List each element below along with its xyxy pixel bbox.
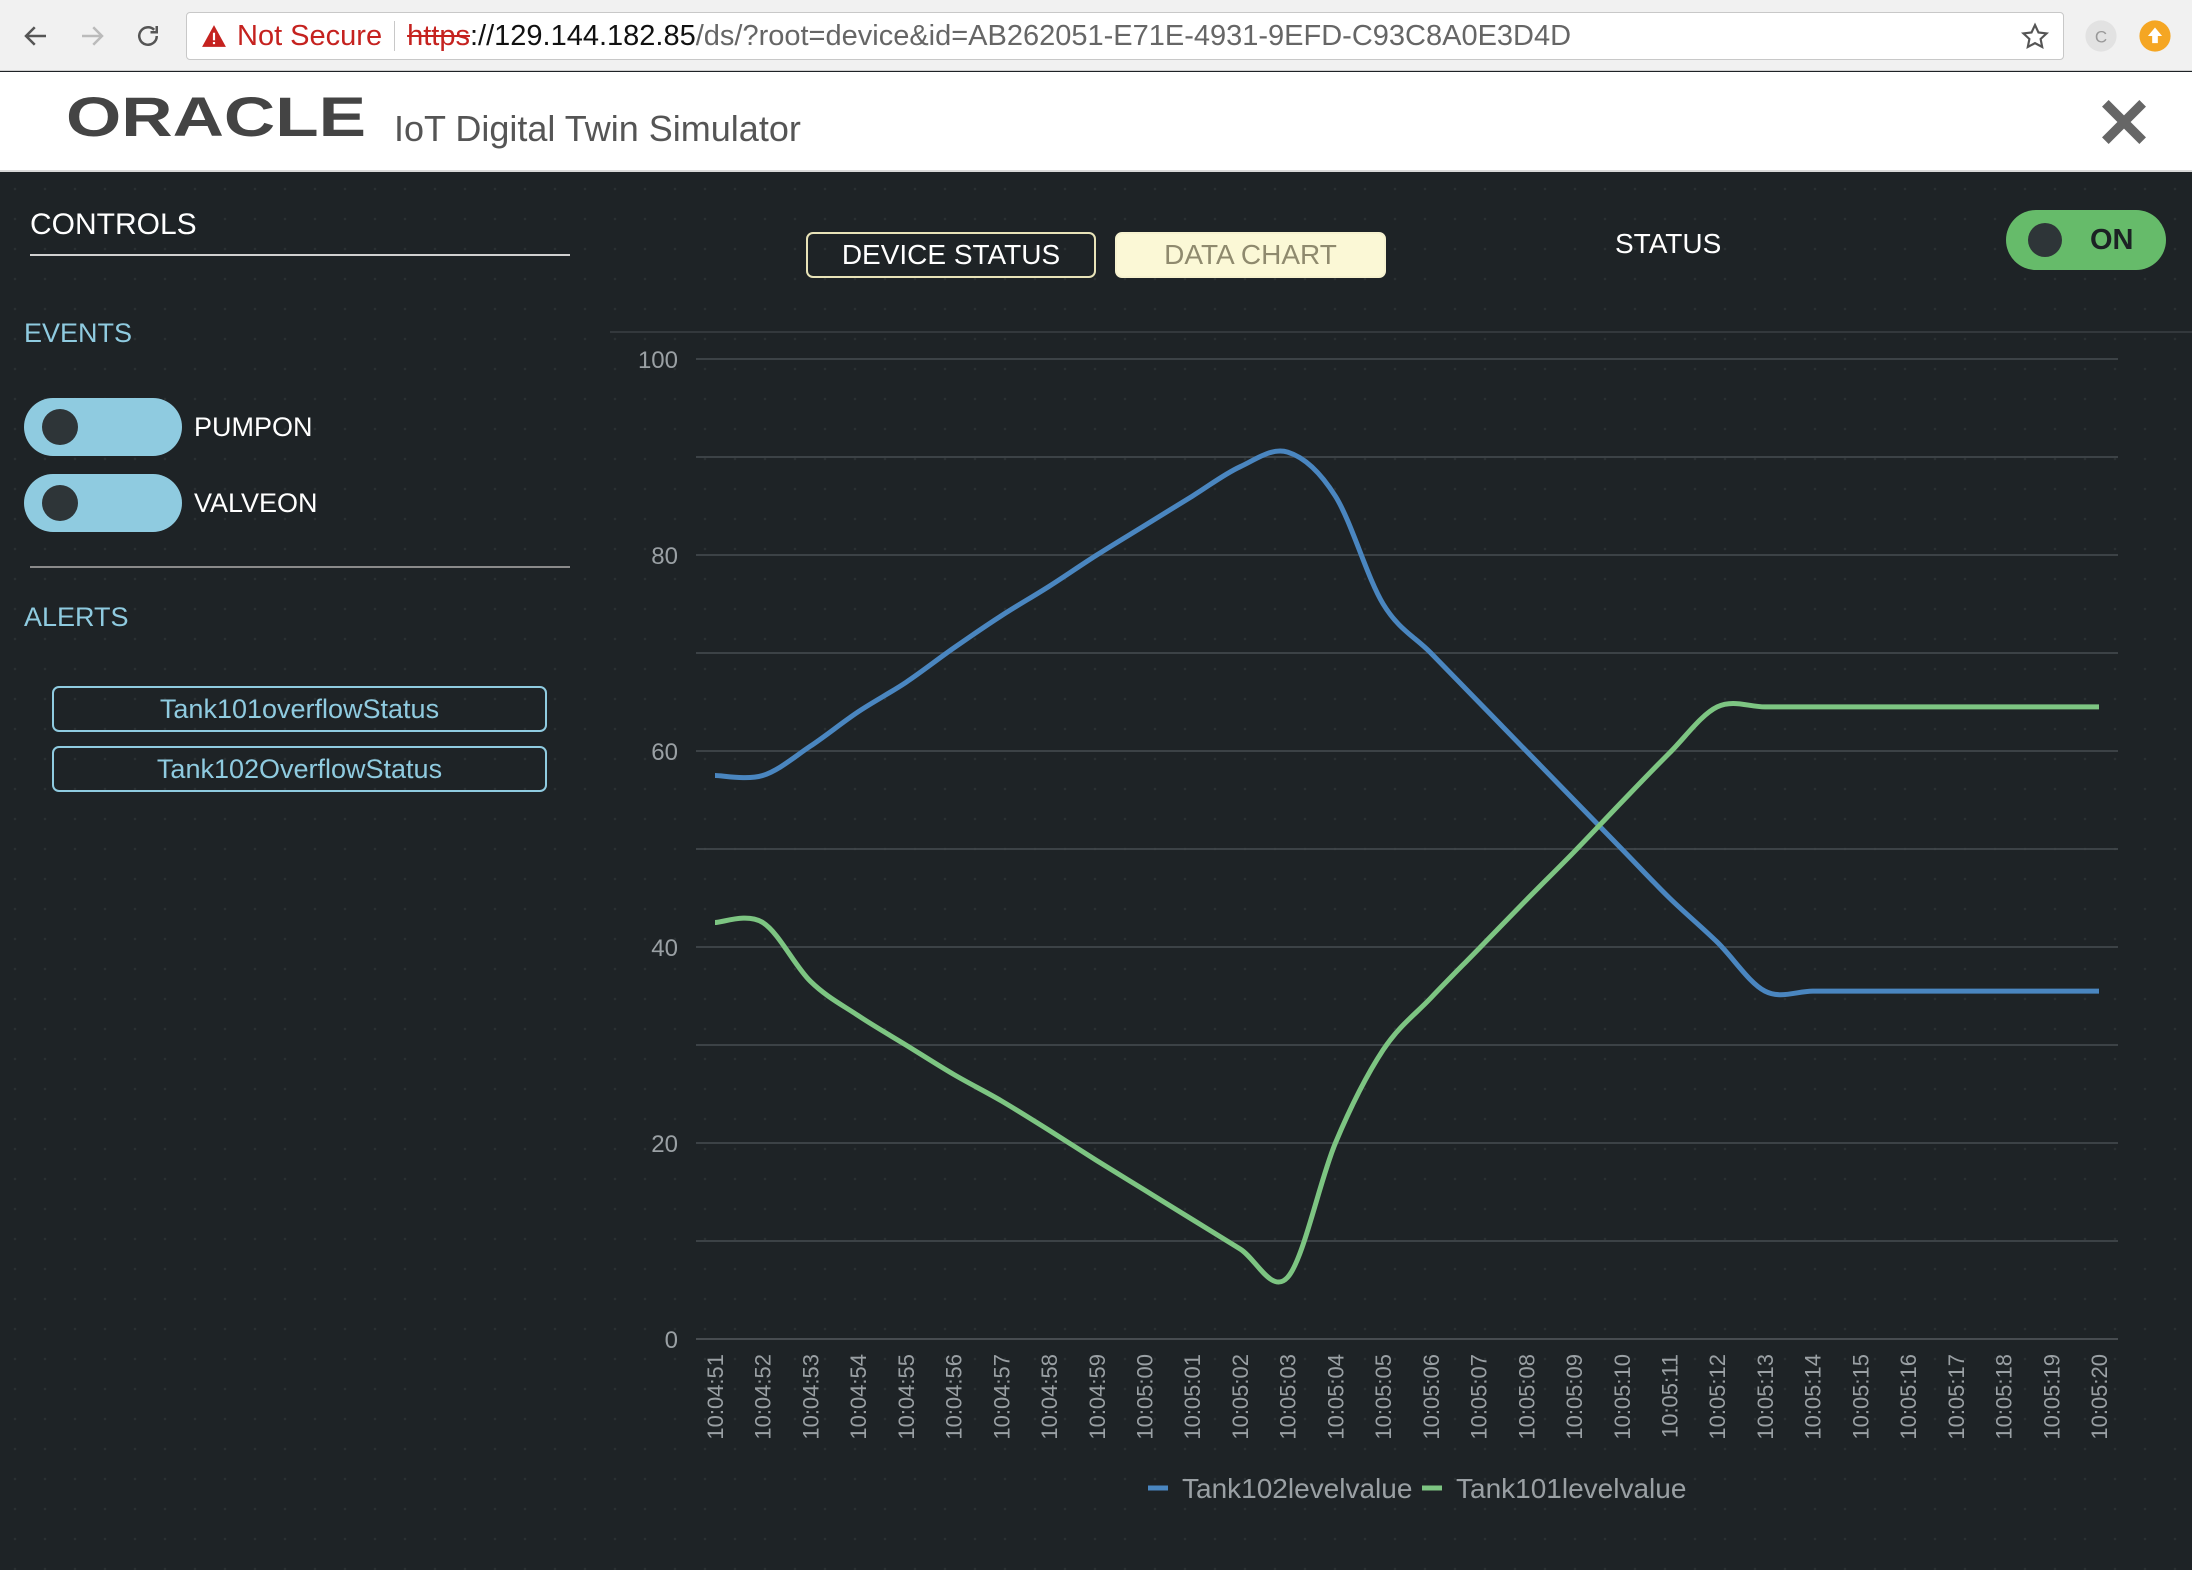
x-tick-label: 10:05:08 [1514, 1354, 1539, 1440]
bookmark-star-icon[interactable] [2019, 21, 2051, 53]
url-host: ://129.144.182.85 [469, 19, 696, 52]
x-tick-label: 10:05:00 [1133, 1354, 1158, 1440]
x-tick-label: 10:04:55 [894, 1354, 919, 1440]
x-tick-label: 10:05:01 [1180, 1354, 1205, 1440]
x-tick-label: 10:05:09 [1562, 1354, 1587, 1440]
x-tick-label: 10:05:12 [1705, 1354, 1730, 1440]
x-tick-label: 10:04:52 [751, 1354, 776, 1440]
legend-label: Tank101levelvalue [1456, 1473, 1686, 1504]
y-tick-label: 100 [638, 347, 678, 374]
x-tick-label: 10:05:03 [1276, 1354, 1301, 1440]
legend-label: Tank102levelvalue [1182, 1473, 1412, 1504]
extension-c-icon[interactable]: C [2084, 19, 2118, 53]
reload-icon [138, 26, 158, 46]
x-tick-label: 10:05:07 [1467, 1354, 1492, 1440]
url-protocol: https [407, 19, 470, 52]
back-arrow-icon [24, 26, 46, 46]
x-tick-label: 10:05:11 [1657, 1354, 1682, 1438]
reload-button[interactable] [126, 14, 170, 58]
x-tick-label: 10:05:02 [1228, 1354, 1253, 1440]
series-line-Tank102levelvalue [714, 448, 2099, 998]
back-button[interactable] [14, 14, 58, 58]
extension-update-icon[interactable] [2138, 19, 2172, 53]
x-tick-label: 10:05:14 [1801, 1354, 1826, 1440]
x-tick-label: 10:04:51 [703, 1354, 728, 1440]
oracle-logo: ORACLE [66, 92, 366, 142]
address-bar[interactable]: Not Secure https://129.144.182.85/ds/?ro… [186, 12, 2064, 60]
y-tick-label: 60 [651, 739, 678, 766]
url-path: /ds/?root=device&id=AB262051-E71E-4931-9… [695, 19, 1572, 52]
x-tick-label: 10:04:58 [1037, 1354, 1062, 1440]
x-tick-label: 10:04:53 [798, 1354, 823, 1440]
x-tick-label: 10:05:15 [1848, 1354, 1873, 1440]
main-panel: CONTROLS EVENTS PUMPON VALVEON ALERTS Ta… [0, 174, 2192, 1570]
forward-button[interactable] [70, 14, 114, 58]
x-tick-label: 10:05:04 [1323, 1354, 1348, 1440]
y-tick-label: 40 [651, 935, 678, 962]
warning-icon [202, 25, 226, 47]
x-tick-label: 10:05:10 [1610, 1354, 1635, 1440]
svg-text:ORACLE: ORACLE [66, 92, 366, 142]
forward-arrow-icon [82, 26, 104, 46]
close-icon[interactable] [2096, 94, 2152, 150]
x-tick-label: 10:05:17 [1944, 1354, 1969, 1440]
omnibox-divider [394, 21, 396, 51]
y-tick-label: 20 [651, 1131, 678, 1158]
browser-toolbar: Not Secure https://129.144.182.85/ds/?ro… [0, 0, 2192, 71]
app-header: ORACLE IoT Digital Twin Simulator [0, 72, 2192, 172]
x-tick-label: 10:04:57 [989, 1354, 1014, 1440]
y-tick-label: 0 [665, 1327, 678, 1354]
y-tick-label: 80 [651, 543, 678, 570]
svg-text:C: C [2095, 27, 2107, 46]
url-text: https://129.144.182.85/ds/?root=device&i… [407, 20, 1571, 53]
security-label: Not Secure [237, 19, 383, 52]
x-tick-label: 10:04:56 [942, 1354, 967, 1440]
x-tick-label: 10:05:05 [1371, 1354, 1396, 1440]
x-tick-label: 10:05:13 [1753, 1354, 1778, 1440]
data-chart: 0 20 40 60 80 100 10:04:51 10:04:52 10:04:53 10:0… [610, 331, 2192, 1504]
x-tick-label: 10:05:19 [2039, 1354, 2064, 1440]
x-tick-label: 10:05:06 [1419, 1354, 1444, 1440]
x-tick-label: 10:04:59 [1085, 1354, 1110, 1440]
x-tick-label: 10:05:16 [1896, 1354, 1921, 1440]
x-tick-label: 10:05:18 [1992, 1354, 2017, 1440]
app-title: IoT Digital Twin Simulator [394, 108, 801, 149]
x-tick-label: 10:04:54 [846, 1354, 871, 1440]
x-tick-label: 10:05:20 [2087, 1354, 2112, 1440]
